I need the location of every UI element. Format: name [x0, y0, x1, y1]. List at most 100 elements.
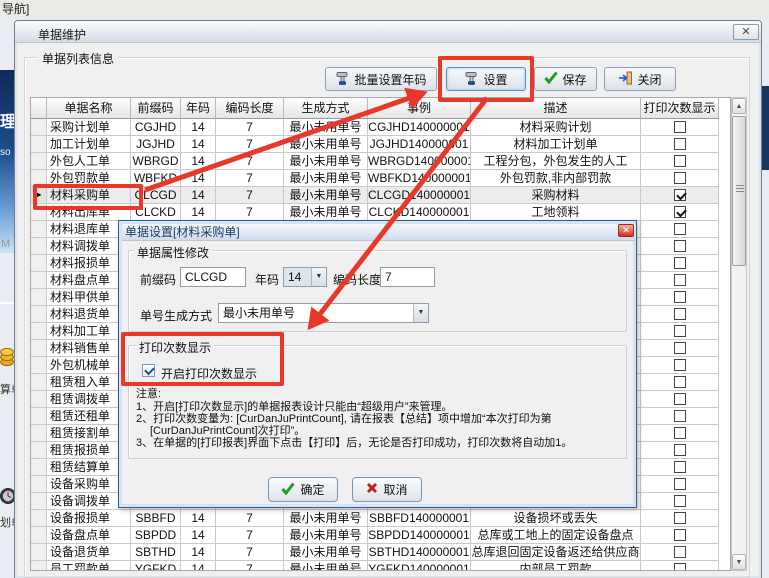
chevron-down-icon[interactable]: ▼ [413, 304, 428, 322]
table-row[interactable]: 加工计划单JGJHD147最小未用单号JGJHD140000001材料加工计划单 [31, 136, 730, 153]
modal-close-button[interactable]: ✕ [618, 224, 634, 237]
row-selector[interactable] [31, 255, 47, 272]
print-count-checkbox[interactable] [674, 444, 686, 456]
column-header[interactable]: 前缀码 [131, 98, 181, 119]
row-selector[interactable] [31, 544, 47, 561]
row-selector[interactable] [31, 204, 47, 221]
row-selector[interactable] [31, 170, 47, 187]
print-count-checkbox[interactable] [674, 427, 686, 439]
cell: 7 [216, 153, 284, 170]
print-count-cell [641, 170, 719, 187]
enable-print-count-checkbox[interactable] [142, 364, 155, 377]
row-selector[interactable] [31, 510, 47, 527]
column-header[interactable]: 事例 [368, 98, 471, 119]
chevron-down-icon[interactable]: ▼ [311, 268, 326, 286]
row-selector[interactable] [31, 561, 47, 571]
table-row[interactable]: 采购计划单CGJHD147最小未用单号CGJHD140000001材料采购计划 [31, 119, 730, 136]
table-row[interactable]: 设备盘点单SBPDD147最小未用单号SBPDD140000001总库或工地上的… [31, 527, 730, 544]
year-combo[interactable]: 14 ▼ [283, 267, 327, 287]
print-count-checkbox[interactable] [674, 529, 686, 541]
row-selector[interactable] [31, 374, 47, 391]
column-header[interactable]: 打印次数显示 [641, 98, 719, 119]
print-count-checkbox[interactable] [674, 291, 686, 303]
column-header[interactable]: 单据名称 [47, 98, 131, 119]
print-count-checkbox[interactable] [674, 308, 686, 320]
scroll-up-button[interactable]: ▲ [732, 98, 746, 114]
print-count-checkbox[interactable] [674, 495, 686, 507]
ok-button[interactable]: 确定 [268, 477, 338, 502]
cell: 最小未用单号 [284, 204, 368, 221]
row-selector[interactable] [31, 340, 47, 357]
cell: 7 [216, 170, 284, 187]
table-row[interactable]: 设备报损单SBBFD147最小未用单号SBBFD140000001设备损坏或丢失 [31, 510, 730, 527]
prefix-input[interactable]: CLCGD [180, 267, 246, 287]
print-count-checkbox[interactable] [674, 546, 686, 558]
print-count-checkbox[interactable] [674, 393, 686, 405]
vertical-scrollbar[interactable]: ▲ ▼ [731, 97, 747, 571]
save-button[interactable]: 保存 [534, 67, 597, 91]
row-selector[interactable] [31, 238, 47, 255]
table-row[interactable]: ▶材料采购单CLCGD147最小未用单号CLCGD140000001采购材料 [31, 187, 730, 204]
table-row[interactable]: 外包罚款单WBFKD147最小未用单号WBFKD140000001外包罚款,非内… [31, 170, 730, 187]
print-count-checkbox[interactable] [674, 172, 686, 184]
column-header[interactable]: 描述 [471, 98, 641, 119]
print-count-checkbox[interactable] [674, 478, 686, 490]
row-selector[interactable] [31, 425, 47, 442]
row-selector[interactable] [31, 357, 47, 374]
generation-combo[interactable]: 最小未用单号 ▼ [218, 303, 429, 323]
coins-icon[interactable] [0, 338, 14, 368]
table-row[interactable]: 外包人工单WBRGD147最小未用单号WBRGD140000001工程分包，外包… [31, 153, 730, 170]
print-count-checkbox[interactable] [674, 240, 686, 252]
row-selector[interactable] [31, 408, 47, 425]
row-selector[interactable] [31, 527, 47, 544]
print-count-checkbox[interactable] [674, 563, 686, 571]
print-count-checkbox[interactable] [674, 223, 686, 235]
row-selector[interactable] [31, 119, 47, 136]
print-count-checkbox[interactable] [674, 342, 686, 354]
print-count-checkbox[interactable] [674, 206, 686, 218]
column-header[interactable]: 编码长度 [216, 98, 284, 119]
print-count-checkbox[interactable] [674, 325, 686, 337]
scrollbar-thumb[interactable] [732, 116, 746, 266]
print-count-checkbox[interactable] [674, 410, 686, 422]
row-selector[interactable] [31, 221, 47, 238]
row-selector[interactable] [31, 136, 47, 153]
row-selector[interactable] [31, 391, 47, 408]
close-button[interactable]: 关闭 [604, 67, 676, 91]
cell: 7 [216, 204, 284, 221]
print-count-checkbox[interactable] [674, 189, 686, 201]
column-header[interactable]: 年码 [181, 98, 216, 119]
row-selector[interactable] [31, 493, 47, 510]
row-selector[interactable] [31, 272, 47, 289]
table-row[interactable]: 设备退货单SBTHD147最小未用单号SBTHD140000001总库退回固定设… [31, 544, 730, 561]
cancel-button[interactable]: 取消 [352, 477, 422, 502]
print-count-checkbox[interactable] [674, 138, 686, 150]
print-count-checkbox[interactable] [674, 461, 686, 473]
row-selector[interactable] [31, 289, 47, 306]
print-count-checkbox[interactable] [674, 121, 686, 133]
print-count-checkbox[interactable] [674, 359, 686, 371]
row-selector[interactable] [31, 442, 47, 459]
print-count-cell [641, 408, 719, 425]
print-count-checkbox[interactable] [674, 376, 686, 388]
table-row[interactable]: 员工罚款单YGFKD147最小未用单号YGFKD140000001内部员工罚款 [31, 561, 730, 571]
print-count-checkbox[interactable] [674, 257, 686, 269]
print-count-checkbox[interactable] [674, 512, 686, 524]
batch-set-year-button[interactable]: 批量设置年码 [325, 67, 437, 91]
column-header[interactable]: 生成方式 [284, 98, 368, 119]
row-selector[interactable]: ▶ [31, 187, 47, 204]
print-count-checkbox[interactable] [674, 155, 686, 167]
row-selector[interactable] [31, 153, 47, 170]
row-selector[interactable] [31, 306, 47, 323]
clock-icon[interactable] [0, 480, 14, 512]
table-row[interactable]: 材料出库单CLCKD147最小未用单号CLCKD140000001工地领料 [31, 204, 730, 221]
hammer-icon [464, 71, 479, 88]
length-input[interactable]: 7 [380, 267, 435, 287]
window-close-button[interactable]: ✕ [733, 24, 759, 40]
row-selector[interactable] [31, 476, 47, 493]
print-count-checkbox[interactable] [674, 274, 686, 286]
row-selector[interactable] [31, 323, 47, 340]
scroll-down-button[interactable]: ▼ [732, 554, 746, 570]
row-selector[interactable] [31, 459, 47, 476]
settings-button[interactable]: 设置 [446, 67, 526, 91]
